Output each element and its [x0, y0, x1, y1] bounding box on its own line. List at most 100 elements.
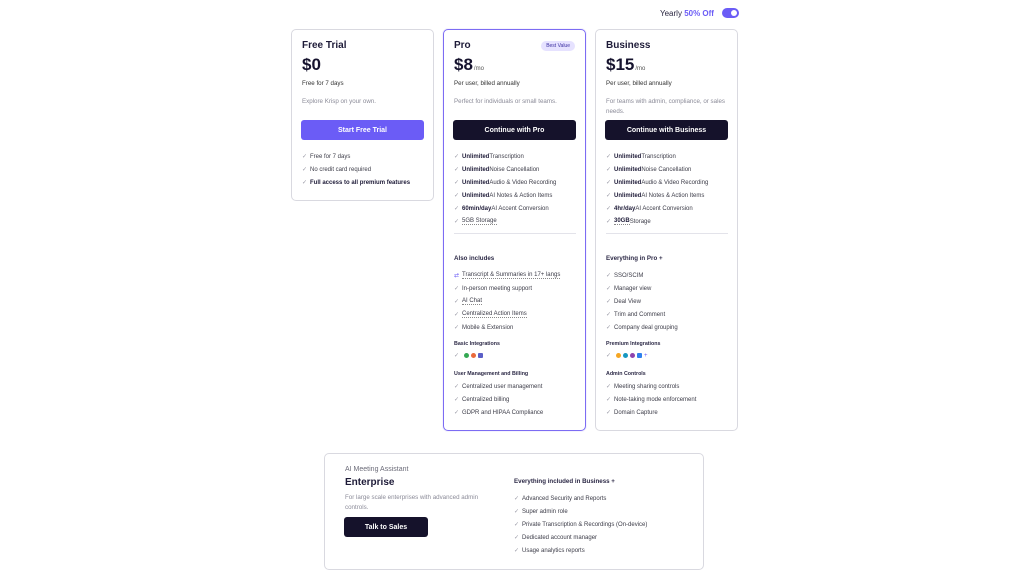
also-includes-heading: Also includes [454, 255, 495, 262]
premium-integrations-heading: Premium Integrations [606, 341, 661, 347]
also-includes-list: ✓ SSO/SCIM ✓ Manager view ✓ Deal View ✓ Trim… [606, 269, 678, 334]
feature-item: ✓ Note-taking mode enforcement [606, 396, 697, 404]
translate-icon: ⇄ [454, 273, 460, 279]
plan-description: For teams with admin, compliance, or sal… [606, 98, 725, 115]
check-icon: ✓ [606, 154, 612, 160]
feature-item: ✓ SSO/SCIM [606, 272, 644, 280]
management-list: ✓ Centralized user management ✓ Centralize… [454, 380, 543, 419]
plan-description: Explore Krisp on your own. [302, 98, 376, 105]
feature-item: ✓ Unlimited Transcription [454, 153, 524, 161]
feature-item: ✓ GDPR and HIPAA Compliance [454, 409, 544, 417]
check-icon: ✓ [606, 206, 612, 212]
check-icon: ✓ [454, 384, 460, 390]
feature-item: ✓ Domain Capture [606, 409, 658, 417]
enterprise-title: Enterprise [345, 477, 395, 488]
plan-billing: Per user, billed annually [454, 80, 520, 87]
plan-name: Business [606, 40, 651, 51]
feature-item: ✓ Private Transcription & Recordings (On-… [514, 521, 648, 529]
plan-name: Free Trial [302, 40, 347, 51]
start-free-trial-button[interactable]: Start Free Trial [301, 120, 424, 140]
also-includes-list: ⇄ Transcript & Summaries in 17+ langs ✓ In… [454, 269, 561, 334]
check-icon: ✓ [454, 286, 460, 292]
check-icon: ✓ [454, 325, 460, 331]
feature-item: ✓ Unlimited Noise Cancellation [606, 166, 692, 174]
plan-features: ✓ Unlimited Transcription ✓ Unlimited Nois… [454, 150, 556, 228]
feature-item: ⇄ Transcript & Summaries in 17+ langs [454, 272, 561, 279]
feature-item: ✓ Free for 7 days [302, 153, 351, 161]
check-icon: ✓ [302, 154, 308, 160]
plan-card-enterprise: AI Meeting Assistant Enterprise For larg… [324, 453, 704, 570]
check-icon: ✓ [454, 299, 460, 305]
check-icon: ✓ [454, 312, 460, 318]
everything-in-pro-heading: Everything in Pro + [606, 255, 663, 262]
check-icon: ✓ [606, 273, 612, 279]
best-value-badge: Best Value [541, 41, 575, 51]
feature-item: ✓ Unlimited Audio & Video Recording [606, 179, 709, 187]
feature-item: ✓ Manager view [606, 285, 652, 293]
feature-item: ✓ Advanced Security and Reports [514, 495, 607, 503]
check-icon: ✓ [606, 299, 612, 305]
feature-item: ✓ Unlimited Audio & Video Recording [454, 179, 557, 187]
feature-item: ✓ 30GB Storage [606, 218, 651, 225]
user-management-heading: User Management and Billing [454, 371, 529, 377]
check-icon: ✓ [302, 180, 308, 186]
salesforce-icon [623, 353, 628, 358]
plan-features: ✓ Free for 7 days ✓ No credit card require… [302, 150, 410, 189]
check-icon: ✓ [606, 286, 612, 292]
enterprise-features: ✓ Advanced Security and Reports ✓ Super ad… [514, 492, 647, 557]
feature-item: ✓ Trim and Comment [606, 311, 666, 319]
plan-name: Pro [454, 40, 471, 51]
plan-features: ✓ Unlimited Transcription ✓ Unlimited Nois… [606, 150, 708, 228]
plan-description: Perfect for individuals or small teams. [454, 98, 557, 105]
billing-toggle-label: Yearly 50% Off [660, 8, 714, 18]
plan-card-business: Business $15/mo Per user, billed annuall… [595, 29, 738, 431]
feature-item: ✓ Super admin role [514, 508, 568, 516]
check-icon: ✓ [606, 312, 612, 318]
integration-icons: ✓ [454, 352, 483, 359]
check-icon: ✓ [514, 496, 520, 502]
admin-controls-heading: Admin Controls [606, 371, 646, 377]
check-icon: ✓ [454, 167, 460, 173]
feature-item: ✓ Mobile & Extension [454, 324, 514, 332]
talk-to-sales-button[interactable]: Talk to Sales [344, 517, 428, 537]
plan-card-free-trial: Free Trial $0 Free for 7 days Explore Kr… [291, 29, 434, 201]
feature-item: ✓ Usage analytics reports [514, 547, 585, 555]
check-icon: ✓ [454, 410, 460, 416]
check-icon: ✓ [454, 206, 460, 212]
plan-price: $8/mo [454, 55, 484, 74]
enterprise-features-heading: Everything included in Business + [514, 478, 615, 485]
feature-item: ✓ 5GB Storage [454, 218, 497, 225]
more-icon: + [644, 352, 648, 359]
divider [454, 233, 576, 234]
check-icon: ✓ [606, 219, 612, 225]
check-icon: ✓ [606, 325, 612, 331]
basic-integrations-heading: Basic Integrations [454, 341, 500, 347]
check-icon: ✓ [606, 384, 612, 390]
check-icon: ✓ [514, 509, 520, 515]
enterprise-description: For large scale enterprises with advance… [345, 494, 479, 511]
check-icon: ✓ [606, 410, 612, 416]
teams-icon [478, 353, 483, 358]
management-list: ✓ Meeting sharing controls ✓ Note-taking m… [606, 380, 696, 419]
yearly-toggle-switch[interactable] [721, 8, 739, 18]
integration-icons: ✓ + [606, 352, 648, 360]
feature-item: ✓ Full access to all premium features [302, 179, 411, 187]
feature-item: ✓ Deal View [606, 298, 641, 306]
feature-item: ✓ Company deal grouping [606, 324, 678, 332]
slack-icon [630, 353, 635, 358]
feature-item: ✓ Unlimited Transcription [606, 153, 676, 161]
plan-card-pro: Pro Best Value $8/mo Per user, billed an… [443, 29, 586, 431]
feature-item: ✓ 60min/day AI Accent Conversion [454, 205, 549, 213]
feature-item: ✓ Dedicated account manager [514, 534, 598, 542]
feature-item: ✓ Unlimited AI Notes & Action Items [606, 192, 705, 200]
continue-with-pro-button[interactable]: Continue with Pro [453, 120, 576, 140]
continue-with-business-button[interactable]: Continue with Business [605, 120, 728, 140]
notion-icon [637, 353, 642, 358]
enterprise-eyebrow: AI Meeting Assistant [345, 466, 409, 473]
feature-item: ✓ Meeting sharing controls [606, 383, 680, 391]
check-icon: ✓ [606, 193, 612, 199]
billing-toggle-row: Yearly 50% Off [660, 8, 739, 18]
check-icon: ✓ [606, 180, 612, 186]
check-icon: ✓ [606, 397, 612, 403]
check-icon: ✓ [454, 193, 460, 199]
